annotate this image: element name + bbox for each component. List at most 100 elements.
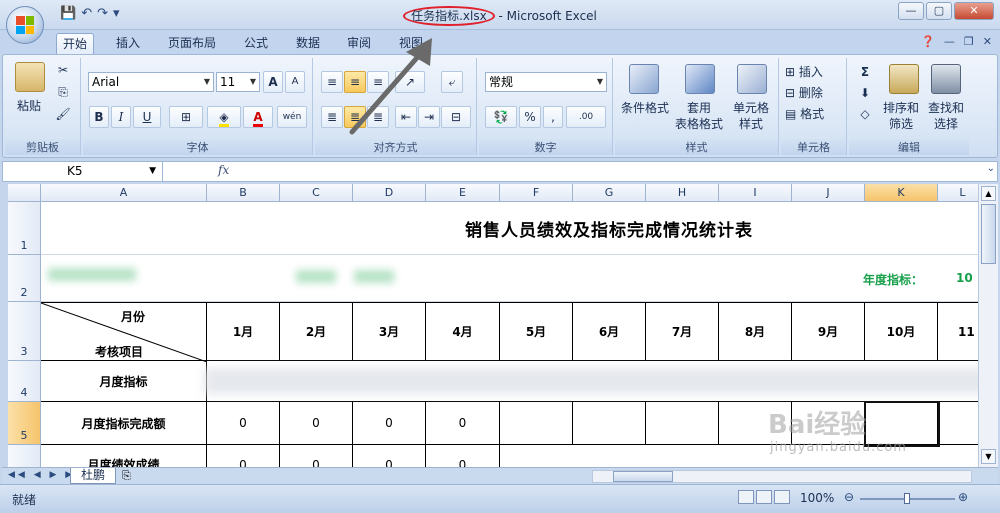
page-break-view-icon[interactable] [774,490,790,504]
row-header-1[interactable]: 1 [8,202,41,255]
align-right-button[interactable]: ≣ [367,106,389,128]
month-header[interactable]: 9月 [792,302,865,361]
zoom-in-icon[interactable]: ⊕ [958,490,968,504]
conditional-format-icon[interactable] [629,64,659,94]
format-as-table-label-1[interactable]: 套用 [671,100,727,116]
fill-icon[interactable]: ⬇ [855,85,875,101]
copy-icon[interactable]: ⎘ [53,84,73,100]
number-format-select[interactable]: 常规 ▼ [485,72,607,92]
sheet-tab[interactable]: 杜鹏 [70,468,117,484]
zoom-out-icon[interactable]: ⊖ [844,490,854,504]
normal-view-icon[interactable] [738,490,754,504]
column-header-k[interactable]: K [865,184,938,202]
align-middle-button[interactable]: ≡ [344,71,366,93]
column-header-b[interactable]: B [207,184,280,202]
performance-cell[interactable]: 0 [353,445,426,467]
cell-styles-label-1[interactable]: 单元格 [725,100,777,116]
month-header[interactable]: 5月 [500,302,573,361]
column-header-c[interactable]: C [280,184,353,202]
comma-button[interactable]: , [543,106,563,128]
font-size-select[interactable]: 11 ▼ [216,72,260,92]
month-header[interactable]: 1月 [207,302,280,361]
month-header[interactable]: 7月 [646,302,719,361]
row-header-5[interactable]: 5 [8,402,41,445]
row-header-3[interactable]: 3 [8,302,41,361]
row-2-cells[interactable] [41,255,978,302]
row-label-performance[interactable]: 月度绩效成绩 [41,445,207,467]
insert-cells-button[interactable]: ⊞ 插入 [785,64,845,80]
borders-button[interactable]: ⊞ [169,106,203,128]
italic-button[interactable]: I [111,106,131,128]
month-header[interactable]: 2月 [280,302,353,361]
merge-center-button[interactable]: ⊟ [441,106,471,128]
cut-icon[interactable]: ✂ [53,62,73,78]
completion-cell[interactable] [573,402,646,445]
align-center-button[interactable]: ≣ [344,106,366,128]
row-label-monthly-target[interactable]: 月度指标 [41,361,207,402]
column-header-a[interactable]: A [41,184,207,202]
month-header[interactable]: 8月 [719,302,792,361]
font-color-button[interactable]: A [243,106,273,128]
workbook-close-button[interactable]: ✕ [983,35,992,48]
row-label-completion[interactable]: 月度指标完成额 [41,402,207,445]
sort-filter-icon[interactable] [889,64,919,94]
sort-filter-label-2[interactable]: 筛选 [879,116,923,132]
format-cells-button[interactable]: ▤ 格式 [785,106,845,122]
tab-home[interactable]: 开始 [56,33,95,54]
delete-cells-button[interactable]: ⊟ 删除 [785,85,845,101]
scroll-up-icon[interactable]: ▲ [981,186,996,201]
grow-font-button[interactable]: A [263,71,283,93]
conditional-format-button[interactable]: 条件格式 [617,100,673,116]
completion-cell[interactable]: 0 [353,402,426,445]
orientation-button[interactable]: ↗ [395,71,425,93]
close-button[interactable]: ✕ [954,2,994,20]
page-layout-view-icon[interactable] [756,490,772,504]
workbook-restore-button[interactable]: ❐ [964,35,974,48]
column-header-g[interactable]: G [573,184,646,202]
autosum-button[interactable]: Σ [855,64,875,80]
phonetic-button[interactable]: wén [277,106,307,128]
decimal-button[interactable]: .00 [566,106,606,128]
decrease-indent-button[interactable]: ⇤ [395,106,417,128]
find-select-label-1[interactable]: 查找和 [923,100,969,116]
insert-sheet-icon[interactable]: ⎘ [122,469,131,483]
office-button[interactable] [6,6,44,44]
completion-cell[interactable] [500,402,573,445]
performance-cell[interactable]: 0 [280,445,353,467]
zoom-level[interactable]: 100% [800,491,834,505]
zoom-slider-thumb[interactable] [904,493,910,504]
tab-view[interactable]: 视图 [393,33,429,54]
tab-data[interactable]: 数据 [290,33,326,54]
completion-cell[interactable] [646,402,719,445]
expand-formula-icon[interactable]: ⌄ [987,163,995,174]
sort-filter-label-1[interactable]: 排序和 [879,100,923,116]
completion-cell[interactable]: 0 [426,402,500,445]
insert-function-button[interactable]: fx [218,163,229,177]
column-header-d[interactable]: D [353,184,426,202]
tab-review[interactable]: 审阅 [341,33,377,54]
accounting-format-button[interactable]: 💱 [485,106,517,128]
column-header-e[interactable]: E [426,184,500,202]
scroll-down-icon[interactable]: ▼ [981,449,996,464]
tab-insert[interactable]: 插入 [110,33,146,54]
align-bottom-button[interactable]: ≡ [367,71,389,93]
completion-cell[interactable]: 0 [207,402,280,445]
cell-styles-label-2[interactable]: 样式 [725,116,777,132]
workbook-minimize-button[interactable]: — [944,35,955,48]
column-header-l[interactable]: L [938,184,978,202]
zoom-slider[interactable] [860,493,955,504]
month-header[interactable]: 3月 [353,302,426,361]
find-select-icon[interactable] [931,64,961,94]
month-header[interactable]: 6月 [573,302,646,361]
font-family-select[interactable]: Arial ▼ [88,72,214,92]
tab-formulas[interactable]: 公式 [238,33,274,54]
performance-cell[interactable]: 0 [426,445,500,467]
row-header-2[interactable]: 2 [8,255,41,302]
tab-page-layout[interactable]: 页面布局 [162,33,222,54]
column-header-j[interactable]: J [792,184,865,202]
cell-styles-icon[interactable] [737,64,767,94]
help-icon[interactable]: ❓ [921,35,935,48]
maximize-button[interactable]: ▢ [926,2,952,20]
month-header[interactable]: 10月 [865,302,938,361]
column-header-h[interactable]: H [646,184,719,202]
